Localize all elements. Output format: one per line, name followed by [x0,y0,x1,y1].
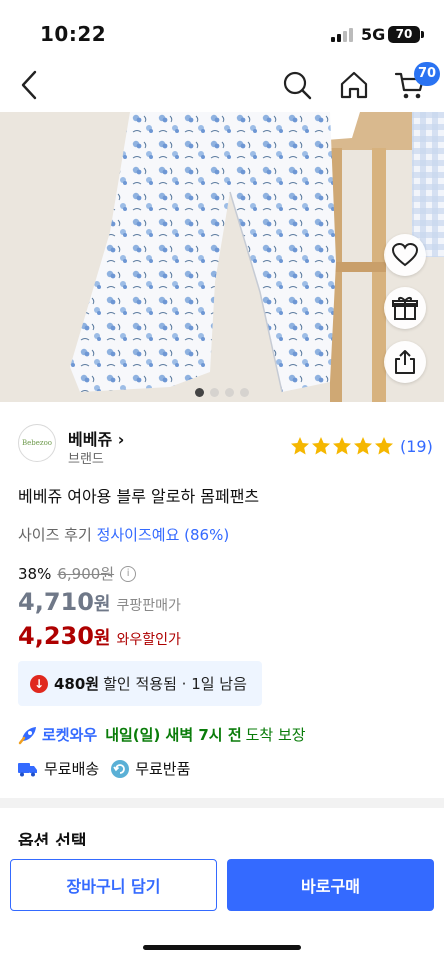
heart-icon [392,243,418,267]
info-icon[interactable]: i [120,565,137,582]
coupon-text: 할인 적용됨 · 1일 남음 [103,675,247,693]
brand-link[interactable]: 베베쥬 › [68,426,124,450]
delivery-day: 내일(일) 새벽 7시 전 [105,726,242,744]
product-photo [0,112,444,402]
share-button[interactable] [384,341,426,383]
battery-icon: 70 [388,26,420,43]
wow-price-label: 와우할인가 [116,632,181,648]
size-review[interactable]: 사이즈 후기 정사이즈예요 (86%) [18,524,229,545]
brand-label: 브랜드 [68,452,104,467]
home-icon [340,71,368,99]
home-indicator [143,945,301,950]
back-button[interactable] [12,68,46,102]
add-to-cart-button[interactable]: 장바구니 담기 [10,859,217,911]
star-rating[interactable] [290,436,394,456]
search-icon [283,71,312,100]
buy-now-button[interactable]: 바로구매 [227,859,434,911]
signal-icon [331,28,355,42]
share-icon [395,350,415,374]
nav-bar [0,56,444,112]
status-time: 10:22 [40,22,107,46]
network-label: 5G [361,25,386,44]
review-count[interactable]: (19) [400,437,433,456]
discount-rate: 38% [18,564,52,583]
rocket-wow-label: 로켓와우 [42,726,98,744]
gallery-dot[interactable] [225,388,234,397]
gallery-dot[interactable] [240,388,249,397]
gift-button[interactable] [384,287,426,329]
status-bar: 10:22 5G 70 [0,0,444,56]
delivery-guarantee: 도착 보장 [245,726,306,744]
free-shipping: 무료배송 [18,758,99,779]
size-review-value: 정사이즈예요 (86%) [96,526,230,544]
product-title: 베베쥬 여아용 블루 알로하 몸페팬츠 [18,487,260,506]
size-review-label: 사이즈 후기 [18,526,92,544]
product-image-gallery[interactable] [0,112,444,402]
rocket-icon [18,726,36,744]
coupang-price-label: 쿠팡판매가 [116,598,181,614]
wow-price-currency: 원 [93,628,111,649]
star-icons [291,437,393,455]
gallery-dot[interactable] [195,388,204,397]
original-price: 6,900원 [57,565,115,583]
wow-price: 4,230 원 와우할인가 [18,622,181,650]
coupang-price: 4,710 원 쿠팡판매가 [18,588,181,616]
cart-count-badge: 70 [414,62,441,86]
wow-price-value: 4,230 [18,622,94,650]
delivery-info: 로켓와우 내일(일) 새벽 7시 전 도착 보장 [18,724,306,745]
home-button[interactable] [337,68,371,102]
brand-logo[interactable]: Bebezoo [18,424,56,462]
brand-logo-text: Bebezoo [21,439,53,447]
bottom-action-bar: 장바구니 담기 바로구매 [0,846,444,961]
coupon-amount: 480원 [54,675,100,693]
arrow-down-icon: ↓ [30,674,48,693]
gallery-pagination [0,388,444,398]
gift-icon [392,297,418,320]
free-returns: 무료반품 [111,758,190,779]
coupang-price-currency: 원 [93,594,111,615]
wishlist-button[interactable] [384,234,426,276]
battery-tip [421,31,424,38]
gallery-dot[interactable] [210,388,219,397]
free-returns-label: 무료반품 [135,760,191,778]
section-divider [0,798,444,808]
coupon-applied-box[interactable]: ↓ 480원 할인 적용됨 · 1일 남음 [18,661,262,706]
return-icon [111,759,130,778]
discount-row: 38% 6,900원 i [18,563,137,584]
coupang-price-value: 4,710 [18,588,94,616]
free-services: 무료배송 무료반품 [18,758,202,779]
back-arrow-icon [21,70,37,100]
truck-icon [18,762,37,776]
search-button[interactable] [280,68,314,102]
free-shipping-label: 무료배송 [44,760,100,778]
